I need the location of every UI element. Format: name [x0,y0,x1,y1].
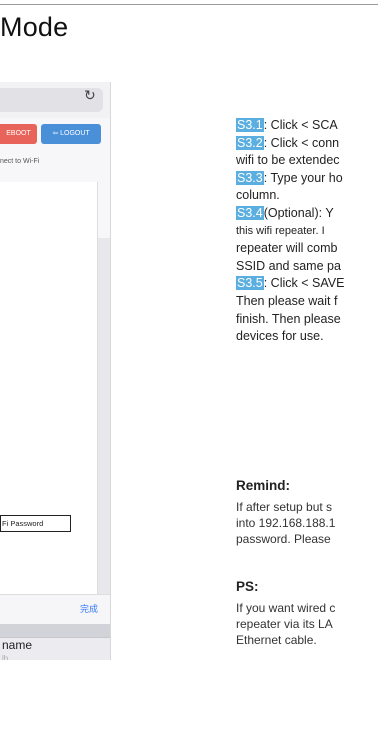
setup-steps: S3.1: Click < SCA S3.2: Click < conn wif… [236,117,378,346]
page-title: Mode [0,12,69,42]
step-line: wifi to be extendec [236,153,340,168]
reload-icon[interactable]: ↻ [84,87,96,104]
remind-line: password. Please [236,532,331,546]
ps-line: Ethernet cable. [236,633,317,647]
step-line: S3.1: Click < SCA [236,117,378,135]
reboot-button[interactable]: EBOOT [0,124,37,144]
step-tag: S3.2 [236,135,264,150]
wifi-form-card: Fi Password [0,182,98,594]
top-divider [0,4,378,5]
step-tag: S3.1 [236,118,264,132]
step-tag: S3.5 [236,276,264,291]
step-line: S3.5: Click < SAVE [236,275,378,293]
logout-button[interactable]: ⇦ LOGOUT [41,124,101,144]
ps-line: If you want wired c [236,601,336,615]
connect-wifi-text: nect to Wi-Fi [0,158,40,165]
step-line: S3.2: Click < conn [236,135,378,153]
step-line: Then please wait f [236,293,338,308]
step-text: : Click < SCA [263,118,338,132]
step-text: : Type your ho [263,170,343,185]
remind-body: If after setup but s into 192.168.188.1 … [236,499,335,547]
step-tag: S3.3 [236,170,264,185]
step-text: (Optional): Y [263,205,334,220]
step-line: repeater will comb [236,241,338,256]
remind-heading: Remind: [236,478,290,493]
name-label: name [2,638,33,652]
step-text: : Click < SAVE [263,276,345,291]
step-line: finish. Then please [236,311,341,326]
step-line: this wifi repeater. I [236,224,325,237]
name-sub-label: lh [2,654,9,660]
step-tag: S3.4 [236,205,264,220]
ps-line: repeater via its LA [236,617,333,631]
ps-heading: PS: [236,579,259,594]
remind-line: into 192.168.188.1 [236,516,336,530]
step-line: SSID and same pa [236,258,341,273]
step-line: S3.3: Type your ho [236,170,378,188]
done-button[interactable]: 完成 [80,602,98,615]
remind-line: If after setup but s [236,500,333,514]
ps-body: If you want wired c repeater via its LA … [236,600,335,648]
wifi-password-field[interactable]: Fi Password [0,515,71,532]
phone-screenshot: ↻ EBOOT ⇦ LOGOUT nect to Wi-Fi Fi Passwo… [0,82,111,660]
browser-url-bar: ↻ [0,82,110,118]
step-text: : Click < conn [263,135,340,150]
step-line: S3.4(Optional): Y [236,205,378,223]
step-line: column. [236,188,280,203]
step-line: devices for use. [236,329,324,344]
